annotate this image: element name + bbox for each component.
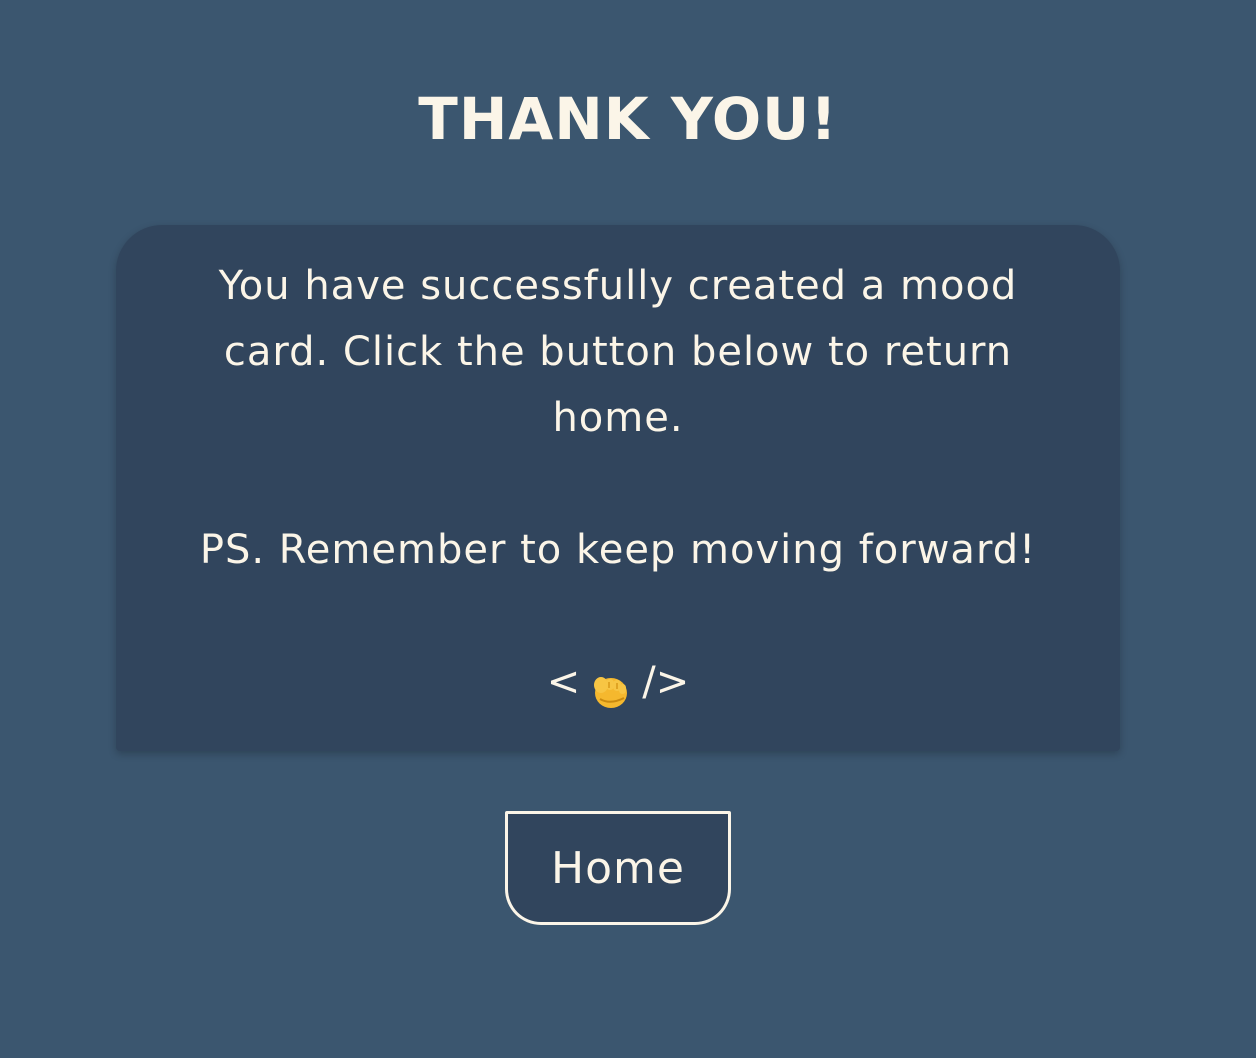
home-button[interactable]: Home (505, 811, 731, 925)
code-signature: < /> (116, 649, 1120, 715)
fist-emoji-icon (590, 665, 632, 708)
page-title: THANK YOU! (418, 85, 838, 153)
ps-message: PS. Remember to keep moving forward! (199, 527, 1037, 573)
signature-open-bracket: < (546, 659, 581, 705)
confirmation-card: You have successfully created a mood car… (116, 225, 1120, 751)
thank-you-page: THANK YOU! You have successfully created… (0, 0, 1256, 1058)
confirmation-message: You have successfully created a mood car… (218, 263, 1018, 441)
signature-close-bracket: /> (642, 659, 690, 705)
